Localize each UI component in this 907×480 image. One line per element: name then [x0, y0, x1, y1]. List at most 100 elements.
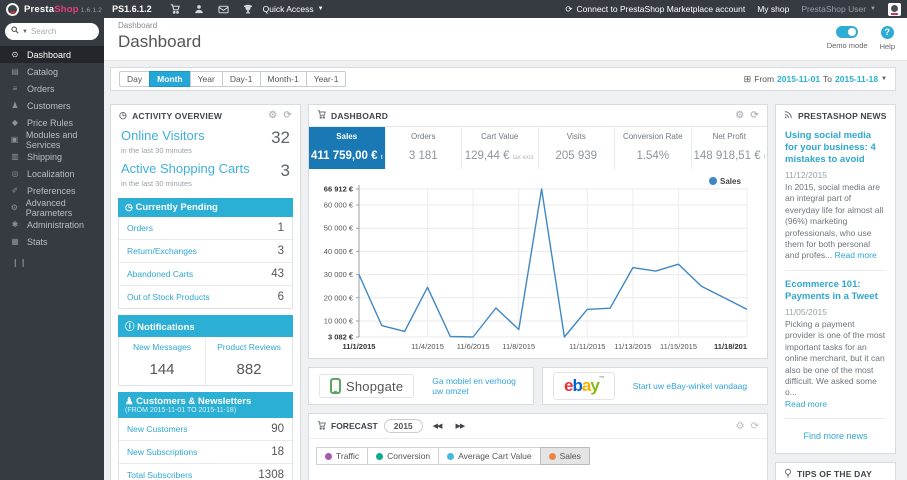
panel-settings-icon[interactable]: ⚙ [736, 421, 745, 432]
kpi-orders[interactable]: Orders 3 181 [384, 127, 462, 169]
panel-refresh-icon[interactable]: ⟳ [751, 421, 759, 432]
advanced-parameters-icon: ⚙ [10, 203, 18, 212]
breadcrumb: Dashboard [118, 21, 158, 30]
sidebar-item-price-rules[interactable]: ◆ Price Rules [0, 114, 104, 131]
average-cart-value-dot-icon [447, 452, 455, 460]
product-reviews-link[interactable]: Product Reviews [217, 342, 281, 352]
tips-of-the-day-panel: TIPS OF THE DAY ingenico Paymentservices… [775, 462, 896, 480]
demo-mode-toggle[interactable] [836, 26, 859, 38]
search-type-caret-icon[interactable]: ▼ [22, 29, 28, 35]
news-article: Using social media for your business: 4 … [785, 130, 886, 262]
sidebar-item-catalog[interactable]: ▤ Catalog [0, 63, 104, 80]
abandoned-carts-link[interactable]: Abandoned Carts [127, 269, 193, 279]
period-month-1-button[interactable]: Month-1 [259, 71, 307, 87]
help-icon[interactable]: ? [880, 26, 894, 39]
sidebar-item-shipping[interactable]: ▥ Shipping [0, 148, 104, 165]
sidebar-item-modules[interactable]: ▣ Modules and Services [0, 130, 104, 150]
period-year-1-button[interactable]: Year-1 [305, 71, 347, 87]
sidebar-item-customers[interactable]: ♟ Customers [0, 97, 104, 114]
dashboard-icon: ⊙ [11, 50, 19, 59]
kpi-net-profit[interactable]: Net Profit148 918,51 € tax excl. [690, 127, 768, 169]
svg-text:11/8/2015: 11/8/2015 [502, 342, 535, 351]
out-of-stock-link[interactable]: Out of Stock Products [127, 292, 210, 302]
read-more-link[interactable]: Read more [785, 399, 827, 409]
sidebar-item-administration[interactable]: ✱ Administration [0, 216, 104, 233]
kpi-sales[interactable]: Sales411 759,00 € tax excl. [309, 127, 385, 169]
kpi-cart-value[interactable]: Cart Value 129,44 € tax excl. [461, 127, 538, 169]
panel-refresh-icon[interactable]: ⟳ [283, 110, 292, 121]
date-range-picker[interactable]: ⊞ From 2015-11-01 To 2015-11-18 ▼ [744, 74, 887, 85]
kpi-conversion-rate[interactable]: Conversion Rate 1.54% [614, 127, 691, 169]
svg-text:11/15/2015: 11/15/2015 [660, 342, 697, 351]
legend-average-cart-value-button[interactable]: Average Cart Value [438, 447, 541, 465]
sidebar-item-preferences[interactable]: ✐ Preferences [0, 182, 104, 199]
my-shop-link[interactable]: My shop [757, 4, 789, 14]
info-icon: ⓘ [125, 322, 135, 333]
active-carts-link[interactable]: Active Shopping Carts [121, 161, 250, 181]
returns-link[interactable]: Return/Exchanges [127, 246, 197, 256]
user-menu[interactable]: PrestaShop User ▼ [801, 4, 876, 14]
previous-year-button[interactable]: ◀◀ [429, 420, 446, 432]
price-rules-icon: ◆ [11, 118, 19, 127]
panel-refresh-icon[interactable]: ⟳ [750, 110, 759, 121]
legend-sales-button[interactable]: Sales [539, 447, 590, 465]
new-customers-link[interactable]: New Customers [127, 424, 187, 434]
demo-mode-label: Demo mode [826, 41, 868, 50]
article-title-link[interactable]: Ecommerce 101: Payments in a Tweet [785, 279, 886, 303]
marketplace-connect-link[interactable]: ⟳ Connect to PrestaShop Marketplace accou… [565, 4, 745, 15]
online-visitors-link[interactable]: Online Visitors [121, 128, 205, 148]
shop-name[interactable]: PS1.6.1.2 [112, 4, 152, 14]
help-label: Help [879, 42, 895, 51]
quick-access-menu[interactable]: Quick Access ▼ [263, 4, 324, 14]
search-icon [11, 26, 19, 37]
legend-conversion-button[interactable]: Conversion [367, 447, 440, 465]
legend-traffic-button[interactable]: Traffic [316, 447, 369, 465]
read-more-link[interactable]: Read more [835, 250, 877, 260]
svg-text:50 000 €: 50 000 € [324, 224, 354, 233]
sidebar-item-orders[interactable]: ≡ Orders [0, 80, 104, 97]
new-subscriptions-link[interactable]: New Subscriptions [127, 447, 197, 457]
total-subscribers-link[interactable]: Total Subscribers [127, 470, 192, 480]
period-buttons: Day Month Year Day-1 Month-1 Year-1 [119, 71, 347, 87]
top-bar: PrestaShop 1.6.1.2 PS1.6.1.2 Quick Access… [0, 0, 907, 18]
orders-link[interactable]: Orders [127, 223, 153, 233]
user-avatar[interactable] [888, 2, 901, 16]
shopgate-link[interactable]: Ga mobiel en verhoog uw omzet [432, 376, 523, 396]
modules-icon: ▣ [10, 135, 19, 144]
collapse-menu-icon[interactable]: ❙❙ [0, 250, 104, 267]
article-title-link[interactable]: Using social media for your business: 4 … [785, 130, 886, 166]
trophy-icon[interactable] [243, 4, 253, 14]
shipping-icon: ▥ [11, 152, 19, 161]
next-year-button[interactable]: ▶▶ [451, 420, 468, 432]
ebay-banner[interactable]: ebay™ Start uw eBay-winkel vandaag [542, 367, 768, 405]
find-more-news-link[interactable]: Find more news [785, 427, 886, 447]
customers-newsletters-header: ♟ Customers & Newsletters (FROM 2015-11-0… [118, 392, 293, 418]
notifications-header: ⓘ Notifications [118, 315, 293, 337]
sidebar-item-advanced-parameters[interactable]: ⚙ Advanced Parameters [0, 198, 104, 218]
cart-icon [317, 110, 326, 121]
period-year-button[interactable]: Year [189, 71, 223, 87]
shopgate-banner[interactable]: Shopgate Ga mobiel en verhoog uw omzet [308, 367, 534, 405]
svg-text:11/1/2015: 11/1/2015 [343, 342, 376, 351]
period-day-1-button[interactable]: Day-1 [221, 71, 261, 87]
new-messages-link[interactable]: New Messages [133, 342, 191, 352]
customer-icon[interactable] [194, 4, 204, 14]
panel-settings-icon[interactable]: ⚙ [735, 110, 744, 121]
ebay-link[interactable]: Start uw eBay-winkel vandaag [633, 381, 747, 391]
localization-icon: ◎ [11, 169, 19, 178]
sidebar-item-dashboard[interactable]: ⊙ Dashboard [0, 46, 104, 63]
sidebar-item-localization[interactable]: ◎ Localization [0, 165, 104, 182]
period-month-button[interactable]: Month [149, 71, 191, 87]
cart-icon[interactable] [170, 4, 180, 14]
search-box[interactable]: ▼ [5, 23, 99, 40]
prestashop-logo-icon[interactable] [6, 2, 19, 16]
sidebar-item-stats[interactable]: ▦ Stats [0, 233, 104, 250]
kpi-visits[interactable]: Visits 205 939 [537, 127, 615, 169]
period-day-button[interactable]: Day [119, 71, 151, 87]
customers-icon: ♟ [11, 101, 19, 110]
search-input[interactable] [30, 27, 93, 36]
list-item: Return/Exchanges 3 [119, 240, 292, 263]
panel-settings-icon[interactable]: ⚙ [268, 110, 277, 121]
calendar-icon: ⊞ [743, 73, 752, 84]
mail-icon[interactable] [218, 5, 229, 14]
